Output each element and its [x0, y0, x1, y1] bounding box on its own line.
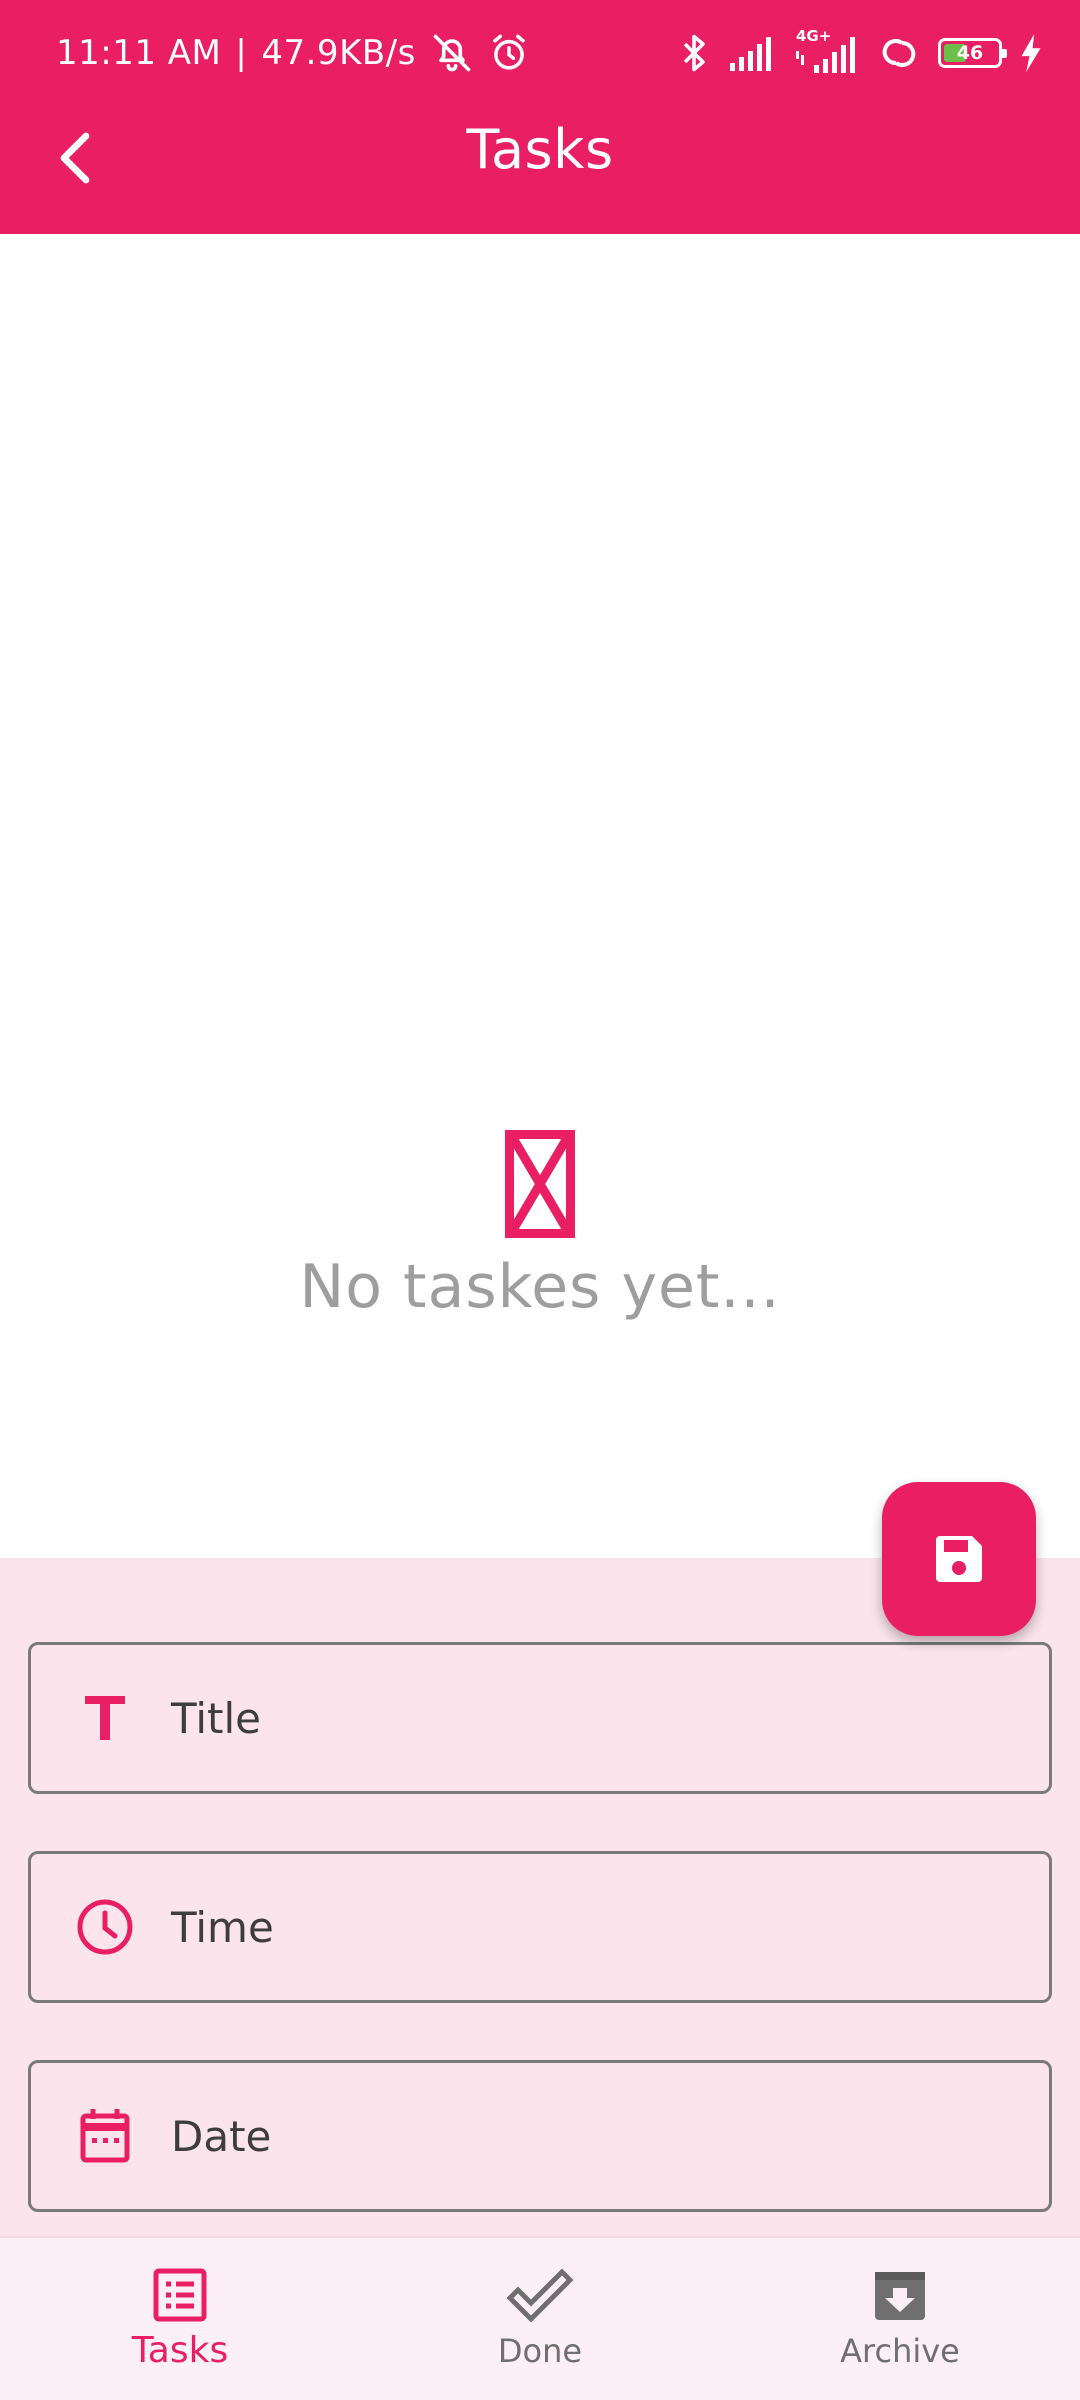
status-left: 11:11 AM | 47.9KB/s — [56, 28, 530, 78]
page-title: Tasks — [466, 118, 614, 181]
battery-icon: 46 — [938, 38, 1007, 68]
nav-label-done: Done — [497, 2332, 583, 2370]
time-field[interactable]: Time — [28, 1851, 1052, 2003]
signal-4g-icon: 4G+ — [794, 27, 860, 75]
hourglass-icon — [505, 1130, 575, 1238]
save-task-button[interactable] — [882, 1482, 1036, 1636]
empty-state: No taskes yet... — [0, 1130, 1080, 1322]
archive-icon — [875, 2272, 925, 2320]
date-field-label: Date — [171, 2111, 272, 2161]
nav-label-archive: Archive — [840, 2332, 960, 2370]
title-field[interactable]: Title — [28, 1642, 1052, 1794]
top-bar: 11:11 AM | 47.9KB/s 4G+ 46 Tasks — [0, 0, 1080, 234]
empty-state-message: No taskes yet... — [299, 1252, 781, 1322]
status-net-speed: 47.9KB/s — [261, 33, 416, 73]
app-bar: Tasks — [0, 104, 1080, 234]
save-icon — [936, 1536, 982, 1582]
link-icon — [882, 39, 916, 67]
title-icon — [65, 1693, 145, 1743]
battery-level: 46 — [956, 42, 984, 64]
time-field-label: Time — [171, 1902, 274, 1952]
charging-icon — [1021, 34, 1041, 72]
list-icon — [153, 2268, 207, 2322]
nav-item-tasks[interactable]: Tasks — [0, 2238, 360, 2400]
status-separator: | — [235, 33, 248, 73]
status-right: 4G+ 46 — [676, 27, 1044, 78]
add-task-sheet: Title Time Date — [0, 1558, 1080, 2238]
clock-icon — [65, 1898, 145, 1956]
bottom-navigation: Tasks Done Archive — [0, 2238, 1080, 2400]
bluetooth-icon — [683, 34, 705, 72]
nav-item-archive[interactable]: Archive — [720, 2238, 1080, 2400]
calendar-icon — [65, 2107, 145, 2165]
nav-item-done[interactable]: Done — [360, 2238, 720, 2400]
signal-icon — [730, 37, 771, 71]
nav-label-tasks: Tasks — [131, 2330, 229, 2371]
alarm-icon — [493, 34, 525, 70]
screen: 11:11 AM | 47.9KB/s 4G+ 46 Tasks No task… — [0, 0, 1080, 2400]
status-bar: 11:11 AM | 47.9KB/s 4G+ 46 — [0, 0, 1080, 104]
date-field[interactable]: Date — [28, 2060, 1052, 2212]
check-icon — [507, 2268, 573, 2322]
bell-muted-icon — [433, 34, 471, 72]
title-field-label: Title — [171, 1693, 262, 1743]
status-time: 11:11 AM — [56, 33, 222, 73]
